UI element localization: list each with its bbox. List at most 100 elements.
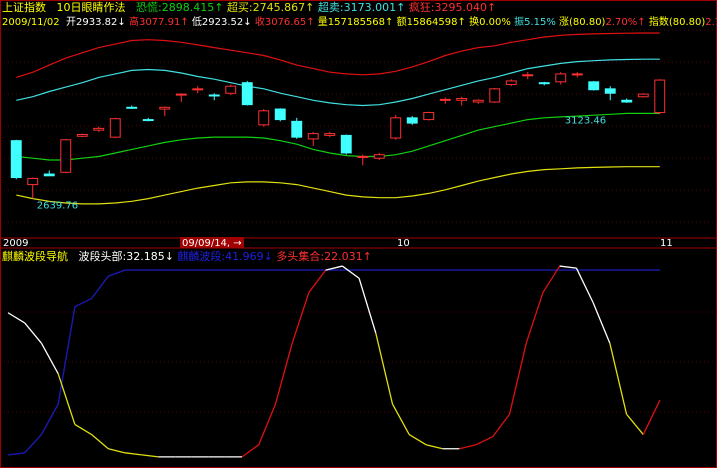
candle-body <box>571 73 583 76</box>
candle-body <box>456 98 468 101</box>
candle-body <box>340 134 352 154</box>
amt-arrow: ↑ <box>457 17 466 28</box>
candle-body <box>406 117 418 124</box>
candle-body <box>621 99 633 103</box>
high-arrow: ↑ <box>180 17 189 28</box>
candle-body <box>192 88 204 91</box>
band-label: 麒麟波段: <box>177 250 226 263</box>
vol-label: 量 <box>317 17 328 28</box>
candle-body <box>654 79 666 114</box>
price-annotation: 2639.76 <box>37 201 78 212</box>
axis-label-2009: 2009 <box>3 238 28 249</box>
candle-body <box>126 106 138 109</box>
rise-value: 2.70% <box>605 17 638 28</box>
candle-body <box>373 154 385 159</box>
nav-title[interactable]: 麒麟波段导航 <box>2 250 68 263</box>
candle-body <box>588 81 600 91</box>
axis-label-10: 10 <box>397 238 410 249</box>
fear-arrow: ↑ <box>214 1 224 14</box>
candle-body <box>423 112 435 121</box>
high-value: 3077.91 <box>138 17 181 28</box>
high-label: 高 <box>128 17 139 28</box>
candle-body <box>489 88 501 103</box>
overbought-value: 3173.001 <box>343 1 397 14</box>
candle-body <box>291 120 303 138</box>
index-label: 指数(80.80) <box>648 17 706 28</box>
candle-body <box>175 93 187 96</box>
candle-body <box>60 139 72 173</box>
band-arrow: ↓ <box>263 250 273 263</box>
date-badge: 09/09/14, → <box>182 238 242 249</box>
candle-body <box>472 99 484 103</box>
crazy-label: 疯狂: <box>408 1 435 14</box>
candle-body <box>604 88 616 94</box>
vol-value: 157185568 <box>327 17 386 28</box>
fear-label: 恐慌: <box>136 1 162 14</box>
candle-body <box>390 117 402 139</box>
low-arrow: ↓ <box>243 17 252 28</box>
candle-body <box>258 110 270 126</box>
price-annotation: 3123.46 <box>565 116 606 127</box>
band-value: 41.969 <box>225 250 264 263</box>
candle-body <box>43 173 55 177</box>
top-header: 上证指数 10日眼睛作法 恐慌:2898.415↑ 超买:2745.867↑ 超… <box>2 0 496 15</box>
candle-body <box>555 73 567 83</box>
candle-body <box>225 85 237 94</box>
head-label: 波段头部: <box>78 250 127 263</box>
crazy-arrow: ↑ <box>487 1 497 14</box>
index-title[interactable]: 上证指数 <box>2 1 46 14</box>
low-label: 低 <box>191 17 202 28</box>
overbought-label: 超卖: <box>317 1 344 14</box>
vol-arrow: ↑ <box>385 17 394 28</box>
close-label: 收 <box>254 17 265 28</box>
candle-body <box>241 82 253 106</box>
candle-body <box>307 133 319 140</box>
axis-label-11: 11 <box>660 238 673 249</box>
head-arrow: ↓ <box>164 250 174 263</box>
head-value: 32.185 <box>126 250 165 263</box>
overbought-arrow: ↑ <box>396 1 406 14</box>
candle-body <box>159 106 171 110</box>
turnover-value: 0.00% <box>479 17 511 28</box>
amt-label: 额 <box>396 17 407 28</box>
candle-body <box>357 155 369 158</box>
candle-body <box>142 119 154 122</box>
close-value: 3076.65 <box>264 17 307 28</box>
candle-body <box>505 80 517 85</box>
bull-label: 多头集合: <box>276 250 325 263</box>
oversold-arrow: ↑ <box>305 1 315 14</box>
open-label: 开 <box>66 17 77 28</box>
turnover-label: 换 <box>469 17 480 28</box>
candle-body <box>27 177 39 186</box>
candle-body <box>538 82 550 85</box>
candle-body <box>76 134 88 137</box>
candle-body <box>208 94 220 97</box>
candle-body <box>637 93 649 98</box>
amplitude-label: 振 <box>514 17 525 28</box>
open-value: 2933.82 <box>76 17 118 28</box>
bottom-header: 麒麟波段导航 波段头部:32.185↓ 麒麟波段:41.969↓ 多头集合:22… <box>2 249 372 264</box>
info-line: 2009/11/02 开2933.82↓ 高3077.91↑ 低2923.52↓… <box>2 15 717 30</box>
fear-value: 2898.415 <box>161 1 215 14</box>
candle-body <box>10 140 22 179</box>
stock-chart-canvas: 2639.76 3123.46 2009 09/09/14, → 10 11 <box>0 0 717 468</box>
close-arrow: ↑ <box>306 17 315 28</box>
amplitude-value: 5.15% <box>524 17 556 28</box>
crazy-value: 3295.040 <box>434 1 488 14</box>
candle-body <box>93 127 105 131</box>
low-value: 2923.52 <box>201 17 244 28</box>
indicator-name[interactable]: 10日眼睛作法 <box>57 1 126 14</box>
bull-arrow: ↑ <box>362 250 372 263</box>
candle-body <box>109 118 121 138</box>
bull-value: 22.031 <box>324 250 363 263</box>
open-arrow: ↓ <box>117 17 126 28</box>
oversold-label: 超买: <box>226 1 253 14</box>
rise-label: 涨(80.80) <box>559 17 606 28</box>
index-value: 2.70% <box>705 17 717 28</box>
candle-body <box>324 133 336 136</box>
amt-value: 15864598 <box>406 17 458 28</box>
oversold-value: 2745.867 <box>252 1 306 14</box>
candle-body <box>439 98 451 101</box>
info-date: 2009/11/02 <box>2 17 60 28</box>
candle-body <box>274 108 286 121</box>
